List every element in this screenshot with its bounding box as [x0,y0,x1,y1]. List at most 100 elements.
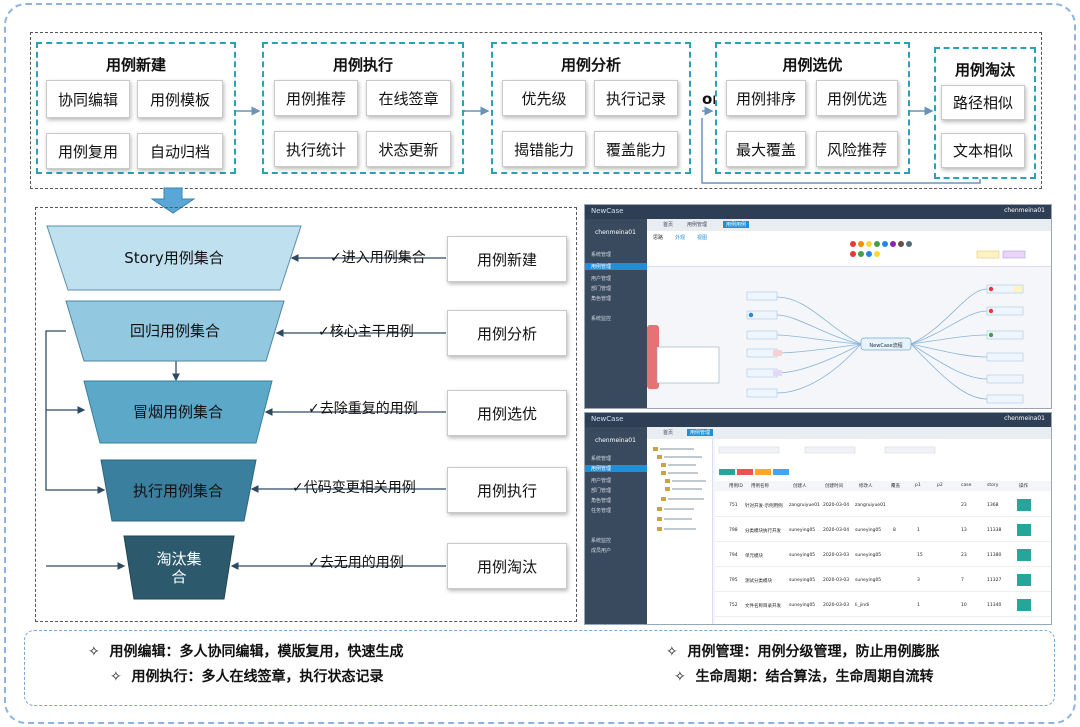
box-exec[interactable]: 用例执行 [447,467,567,513]
tab[interactable]: 用例管理 [687,429,714,436]
funnel-smoke-label: 冒烟用例集合 [132,403,223,421]
dept-tree-lines [653,447,706,531]
arrow-label-story: ✓进入用例集合 [330,250,426,266]
cell: 1 [917,603,920,608]
row-action-button[interactable] [1017,549,1031,561]
cell: 测试分类模块 [745,579,772,584]
row-action-button[interactable] [1017,574,1031,586]
row-action-button[interactable] [1017,499,1031,511]
cell: suneying05 [855,578,882,583]
table-header: 用例ID 用例名称 创建人 创建时间 修改人 覆盖 p1 p2 case sto… [715,481,1051,491]
col-header: case [961,483,972,488]
sidebar-item[interactable]: 用例管理 [585,263,647,270]
toolbar-icons [850,241,1026,259]
box-optimize[interactable]: 用例选优 [447,390,567,436]
table-row[interactable]: 751 针对开发-示例用例 zangruiyue01 2020-03-04 za… [715,493,1051,517]
sidebar-item[interactable]: 部门管理 [591,285,611,292]
table-row[interactable]: 752 文件名称目录开发 suneying05 2020-03-03 li_ji… [715,593,1051,617]
cell: 2020-03-04 [823,528,850,533]
cell: 23 [961,503,967,508]
mindmap-canvas: NewCase流程 [647,284,1024,404]
sidebar-item[interactable]: 系统监控 [591,537,611,544]
app-tabs: 首页 用例管理 用例用例 [647,219,1051,231]
sidebar-item[interactable]: 用户管理 [591,477,611,484]
cell: 795 [729,578,738,583]
col-header: 操作 [1019,484,1028,489]
table-row[interactable]: 795 测试分类模块 suneying05 2020-03-03 suneyin… [715,568,1051,592]
funnel-story-label: Story用例集合 [124,249,224,267]
sidebar-item[interactable]: 用例管理 [585,465,647,472]
row-action-button[interactable] [1017,599,1031,611]
sidebar-item[interactable]: 部门管理 [591,487,611,494]
bullet-icon: ✧ [674,669,686,685]
note-exec: ✧ 用例执行：多人在线签章，执行状态记录 [110,666,383,686]
col-header: 创建人 [793,484,807,489]
app-tabs: 首页 用例管理 [647,427,1051,439]
cell: 2020-03-04 [823,503,850,508]
col-header: 用例名称 [751,484,769,489]
box-analysis[interactable]: 用例分析 [447,310,567,356]
cell: 1 [917,528,920,533]
table-row[interactable]: 798 分类模块执行开发 suneying05 2020-03-04 suney… [715,518,1051,542]
mindmap-center-label: NewCase流程 [869,342,902,349]
sidebar-item[interactable]: 任务管理 [591,507,611,514]
tab[interactable]: 首页 [663,221,673,228]
sidebar-item[interactable]: 成员用户 [591,547,611,554]
sidebar-item[interactable]: 用户管理 [591,275,611,282]
sidebar-item[interactable]: 系统管理 [591,251,611,258]
note-lifecycle: ✧ 生命周期：结合算法，生命周期自流转 [674,666,933,686]
dept-tree [647,439,713,624]
note-label: 生命周期： [695,669,766,685]
cell: suneying05 [855,553,882,558]
col-header: 用例ID [729,484,743,489]
cell: 2020-03-03 [823,553,850,558]
cell: 10 [961,603,967,608]
col-header: p1 [915,483,921,488]
col-header: p2 [937,483,943,488]
app-topbar: NewCase chenmeina01 [585,205,1051,219]
cell: 11340 [987,603,1002,608]
sidebar-item[interactable]: 系统监控 [591,315,611,322]
cell: 3 [917,578,920,583]
bullet-icon: ✧ [110,669,122,685]
row-action-button[interactable] [1017,524,1031,536]
col-header: 修改人 [859,484,873,489]
cell: 752 [729,603,738,608]
tab[interactable]: 用例用例 [723,221,750,228]
col-header: 覆盖 [891,484,900,489]
note-edit: ✧ 用例编辑：多人协同编辑，模版复用，快速生成 [88,641,403,661]
tab[interactable]: 首页 [663,429,673,436]
cell: 751 [729,503,738,508]
cell: 单元模块 [745,554,763,559]
arrow-label-regression: ✓核心主干用例 [318,324,414,340]
cell: 1368 [987,503,999,508]
app-user: chenmeina01 [1004,415,1045,422]
box-new[interactable]: 用例新建 [447,236,567,282]
mindmap-minimap [656,346,720,384]
sidebar-item[interactable]: 系统管理 [591,455,611,462]
cell: 7 [961,578,964,583]
sidebar-item[interactable]: 角色管理 [591,497,611,504]
cell: suneying05 [789,603,816,608]
arrow-label-smoke: ✓去除重复的用例 [308,401,418,417]
screenshot-mindmap: NewCase chenmeina01 chenmeina01 系统管理 用例管… [584,204,1052,409]
sidebar-user: chenmeina01 [595,437,636,444]
cell: 11338 [987,528,1002,533]
box-eliminate[interactable]: 用例淘汰 [447,543,567,589]
arrow-label-exec: ✓代码变更相关用例 [292,480,416,496]
sidebar-user: chenmeina01 [595,229,636,236]
table-row[interactable]: 794 单元模块 suneying05 2020-03-03 suneying0… [715,543,1051,567]
cell: 8 [893,528,896,533]
sidebar-item[interactable]: 角色管理 [591,295,611,302]
funnel-eliminate-label: 淘汰集 合 [156,549,202,586]
cell: 2020-03-03 [823,578,850,583]
cell: 分类模块执行开发 [745,529,781,534]
arrow-label-eliminate: ✓去无用的用例 [308,555,404,571]
tab[interactable]: 用例管理 [687,221,707,228]
case-list: 用例ID 用例名称 创建人 创建时间 修改人 覆盖 p1 p2 case sto… [715,439,1051,624]
app-topbar: NewCase chenmeina01 [585,413,1051,427]
cell: suneying05 [789,553,816,558]
note-text: 多人协同编辑，模版复用，快速生成 [179,644,404,660]
cell: suneying05 [789,528,816,533]
cell: 11327 [987,578,1002,583]
